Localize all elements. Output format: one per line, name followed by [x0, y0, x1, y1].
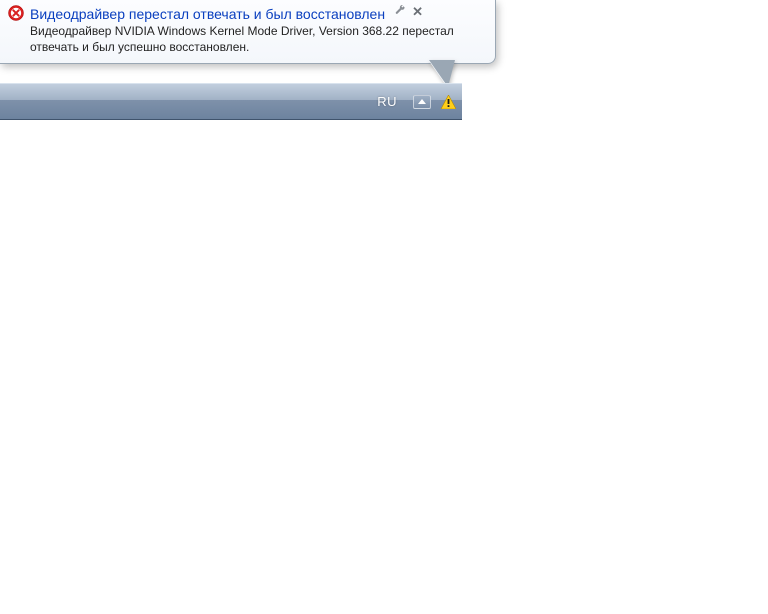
- balloon-actions: ✕: [395, 5, 423, 18]
- error-icon: [8, 5, 24, 21]
- wrench-icon[interactable]: [395, 5, 406, 18]
- taskbar: RU: [0, 83, 462, 120]
- balloon-header: Видеодрайвер перестал отвечать и был вос…: [8, 5, 487, 23]
- language-indicator[interactable]: RU: [371, 94, 403, 109]
- balloon-title: Видеодрайвер перестал отвечать и был вос…: [30, 5, 385, 23]
- close-icon[interactable]: ✕: [412, 5, 423, 18]
- warning-tray-icon[interactable]: [441, 95, 456, 109]
- show-hidden-icons-button[interactable]: [413, 95, 431, 109]
- notification-balloon[interactable]: Видеодрайвер перестал отвечать и был вос…: [0, 0, 496, 64]
- balloon-body: Видеодрайвер NVIDIA Windows Kernel Mode …: [8, 23, 487, 55]
